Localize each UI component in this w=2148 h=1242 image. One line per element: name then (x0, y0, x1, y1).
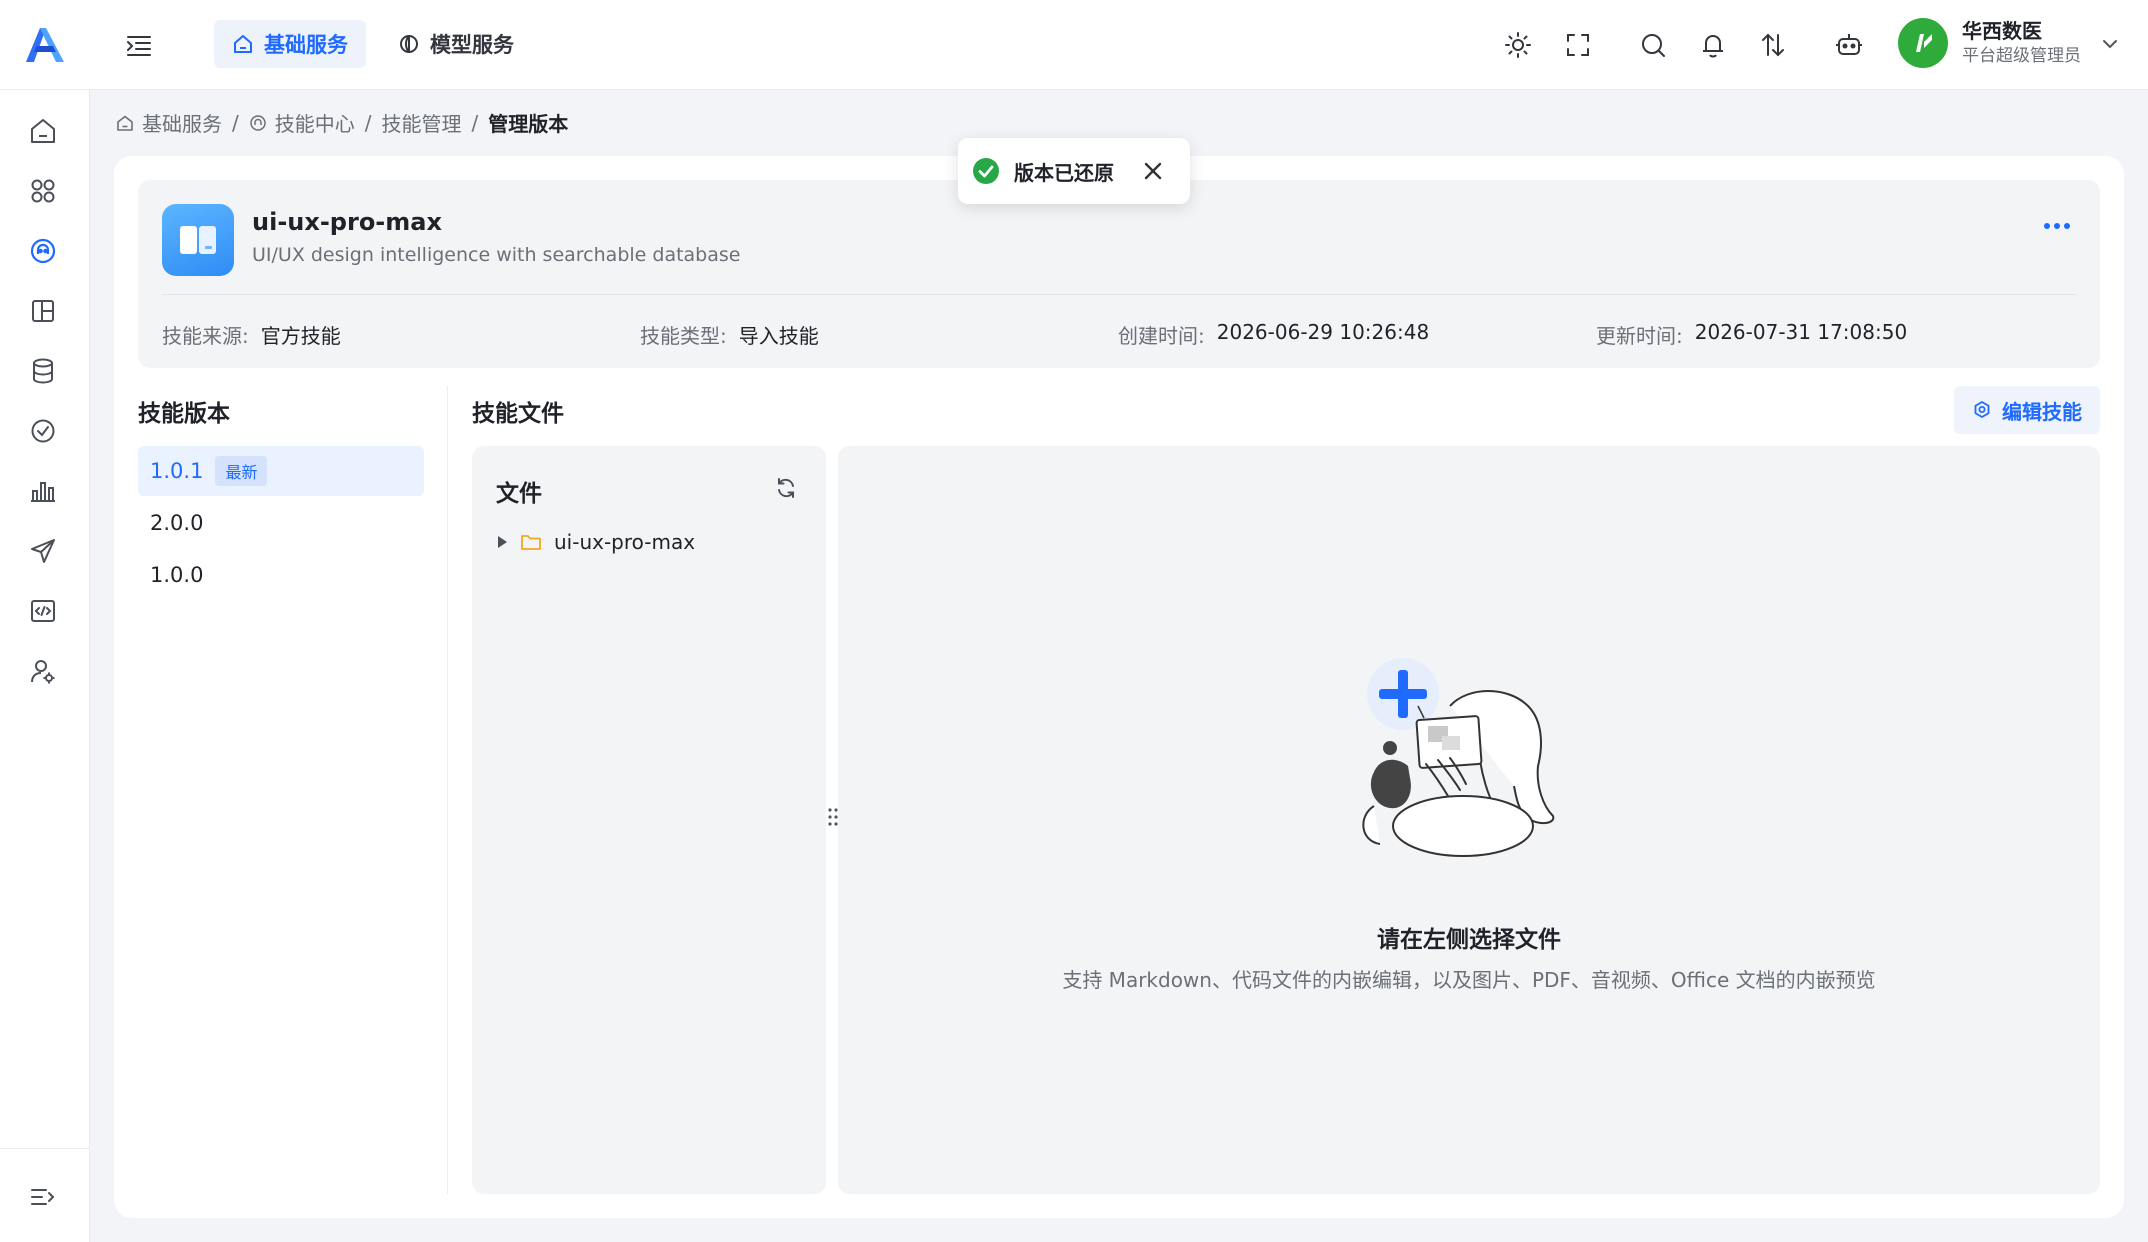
gear-icon (1972, 400, 1992, 420)
fullscreen-icon[interactable] (1563, 30, 1593, 60)
breadcrumb-separator: / (364, 110, 372, 135)
folder-node[interactable]: ui-ux-pro-max (496, 530, 695, 554)
version-label: 1.0.1 (150, 459, 204, 483)
expand-menu-icon[interactable] (28, 1182, 58, 1212)
layout-icon[interactable] (28, 296, 58, 326)
model-icon (398, 33, 420, 55)
sort-icon[interactable] (1758, 30, 1788, 60)
edit-skill-button[interactable]: 编辑技能 (1954, 386, 2100, 434)
breadcrumb-item[interactable]: 基础服务 (142, 108, 222, 137)
edit-skill-label: 编辑技能 (2002, 399, 2082, 424)
home-icon (232, 33, 254, 55)
robot-icon[interactable] (1834, 30, 1864, 60)
skill-center-icon[interactable] (28, 236, 58, 266)
meta-source: 技能来源: 官方技能 (162, 320, 341, 349)
app-logo-icon[interactable] (22, 24, 68, 66)
skill-name: ui-ux-pro-max (252, 208, 442, 236)
chart-icon[interactable] (28, 476, 58, 506)
home-icon[interactable] (28, 116, 58, 146)
user-name: 华西数医 (1962, 19, 2042, 43)
file-preview-panel: 请在左侧选择文件 支持 Markdown、代码文件的内嵌编辑，以及图片、PDF、… (838, 446, 2100, 1194)
tab-label: 基础服务 (264, 33, 348, 57)
sidebar (0, 90, 90, 1242)
breadcrumb: 基础服务 / 技能中心 / 技能管理 / 管理版本 (116, 108, 568, 137)
top-header: 基础服务 模型服务 华西数医 平台超级管理员 (0, 0, 2148, 90)
column-divider (447, 386, 448, 1194)
meta-updated: 更新时间: 2026-07-31 17:08:50 (1596, 320, 1907, 349)
empty-state-description: 支持 Markdown、代码文件的内嵌编辑，以及图片、PDF、音视频、Offic… (1062, 968, 1876, 992)
menu-collapse-icon[interactable] (124, 30, 154, 60)
user-menu[interactable]: 华西数医 平台超级管理员 (1898, 18, 2081, 68)
chevron-down-icon[interactable] (2100, 34, 2120, 54)
breadcrumb-separator: / (471, 110, 479, 135)
latest-badge: 最新 (215, 456, 268, 486)
empty-state-title: 请在左侧选择文件 (1377, 927, 1561, 953)
breadcrumb-item[interactable]: 技能管理 (382, 108, 462, 137)
send-icon[interactable] (28, 536, 58, 566)
success-toast: 版本已还原 (958, 138, 1190, 204)
avatar (1898, 18, 1948, 68)
home-icon (116, 114, 134, 132)
version-item[interactable]: 1.0.0 (138, 550, 424, 600)
breadcrumb-item[interactable]: 技能中心 (275, 108, 355, 137)
skill-description: UI/UX design intelligence with searchabl… (252, 244, 741, 266)
bell-icon[interactable] (1698, 30, 1728, 60)
success-check-icon (972, 157, 1000, 185)
book-icon (162, 204, 234, 276)
folder-icon (520, 532, 542, 552)
breadcrumb-separator: / (232, 110, 239, 135)
version-label: 1.0.0 (150, 563, 204, 587)
meta-type: 技能类型: 导入技能 (640, 320, 819, 349)
meta-value: 官方技能 (260, 324, 341, 348)
skill-center-icon (249, 114, 267, 132)
tab-model-services[interactable]: 模型服务 (380, 20, 532, 68)
main-card: ui-ux-pro-max UI/UX design intelligence … (114, 156, 2124, 1218)
code-icon[interactable] (28, 596, 58, 626)
user-role: 平台超级管理员 (1962, 46, 2081, 66)
user-settings-icon[interactable] (28, 656, 58, 686)
more-options-icon[interactable] (2040, 216, 2074, 236)
file-tree-title: 文件 (496, 481, 542, 507)
meta-value: 2026-07-31 17:08:50 (1694, 320, 1908, 344)
meta-value: 导入技能 (738, 324, 819, 348)
refresh-icon[interactable] (774, 476, 798, 500)
search-icon[interactable] (1638, 30, 1668, 60)
folder-name: ui-ux-pro-max (554, 530, 696, 554)
meta-key: 技能类型: (640, 324, 727, 348)
caret-right-icon[interactable] (496, 535, 508, 549)
version-item[interactable]: 1.0.1 最新 (138, 446, 424, 496)
meta-value: 2026-06-29 10:26:48 (1216, 320, 1430, 344)
sun-icon[interactable] (1503, 30, 1533, 60)
apps-icon[interactable] (28, 176, 58, 206)
check-circle-icon[interactable] (28, 416, 58, 446)
meta-key: 创建时间: (1118, 324, 1205, 348)
meta-created: 创建时间: 2026-06-29 10:26:48 (1118, 320, 1429, 349)
toast-message: 版本已还原 (1014, 160, 1114, 185)
tab-basic-services[interactable]: 基础服务 (214, 20, 366, 68)
file-tree-panel: 文件 ui-ux-pro-max (472, 446, 826, 1194)
sidebar-divider (0, 1148, 90, 1149)
database-icon[interactable] (28, 356, 58, 386)
close-icon[interactable] (1142, 160, 1164, 182)
files-title: 技能文件 (472, 401, 564, 427)
tab-label: 模型服务 (430, 33, 514, 57)
meta-key: 技能来源: (162, 324, 249, 348)
version-item[interactable]: 2.0.0 (138, 498, 424, 548)
meta-key: 更新时间: (1596, 324, 1683, 348)
skill-info-panel: ui-ux-pro-max UI/UX design intelligence … (138, 180, 2100, 368)
versions-title: 技能版本 (138, 401, 230, 427)
breadcrumb-current: 管理版本 (488, 112, 569, 136)
empty-state-illustration (1338, 646, 1588, 866)
info-divider (162, 294, 2076, 295)
version-label: 2.0.0 (150, 511, 204, 535)
